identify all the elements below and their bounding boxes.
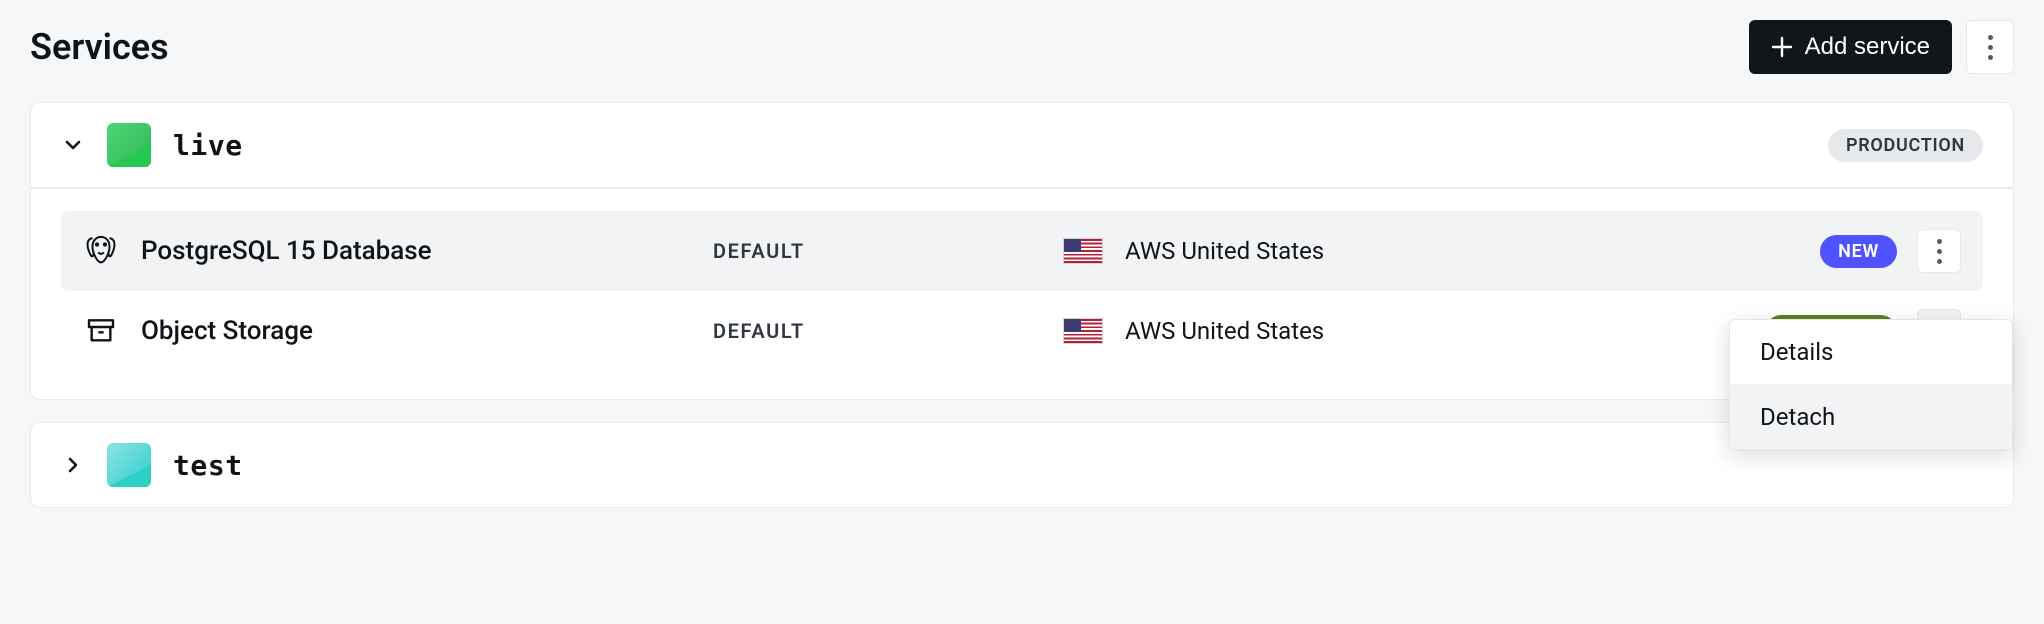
service-context-menu: Details Detach [1729, 319, 2013, 450]
service-row[interactable]: PostgreSQL 15 Database DEFAULT AWS Unite… [61, 211, 1983, 291]
chevron-right-icon [61, 453, 85, 477]
service-more-button[interactable] [1917, 229, 1961, 273]
service-list: PostgreSQL 15 Database DEFAULT AWS Unite… [31, 189, 2013, 399]
vertical-dots-icon [1988, 35, 1993, 60]
add-service-button[interactable]: Add service [1749, 20, 1952, 74]
service-name: Object Storage [141, 316, 313, 346]
environment-tag: PRODUCTION [1828, 129, 1983, 162]
service-row[interactable]: Object Storage DEFAULT AWS United States… [61, 291, 1983, 371]
environment-icon [107, 443, 151, 487]
service-plan: DEFAULT [713, 239, 1053, 263]
environment-card-test: test [30, 422, 2014, 508]
postgres-icon [83, 233, 119, 269]
environment-name: live [173, 129, 243, 162]
us-flag-icon [1063, 318, 1103, 344]
us-flag-icon [1063, 238, 1103, 264]
environment-name: test [173, 449, 243, 482]
environment-header[interactable]: test [31, 423, 2013, 507]
menu-item-details[interactable]: Details [1730, 320, 2012, 385]
environment-icon [107, 123, 151, 167]
service-name: PostgreSQL 15 Database [141, 236, 432, 266]
status-badge: NEW [1820, 235, 1897, 268]
add-service-label: Add service [1805, 33, 1930, 61]
page-more-button[interactable] [1966, 20, 2014, 74]
object-storage-icon [83, 313, 119, 349]
service-region: AWS United States [1125, 317, 1324, 345]
plus-icon [1771, 36, 1793, 58]
service-plan: DEFAULT [713, 319, 1053, 343]
environment-card-live: live PRODUCTION PostgreSQL 15 Database [30, 102, 2014, 400]
environment-header[interactable]: live PRODUCTION [31, 103, 2013, 189]
vertical-dots-icon [1937, 239, 1942, 264]
menu-item-detach[interactable]: Detach [1730, 385, 2012, 449]
page-title: Services [30, 26, 169, 68]
service-region: AWS United States [1125, 237, 1324, 265]
chevron-down-icon [61, 133, 85, 157]
